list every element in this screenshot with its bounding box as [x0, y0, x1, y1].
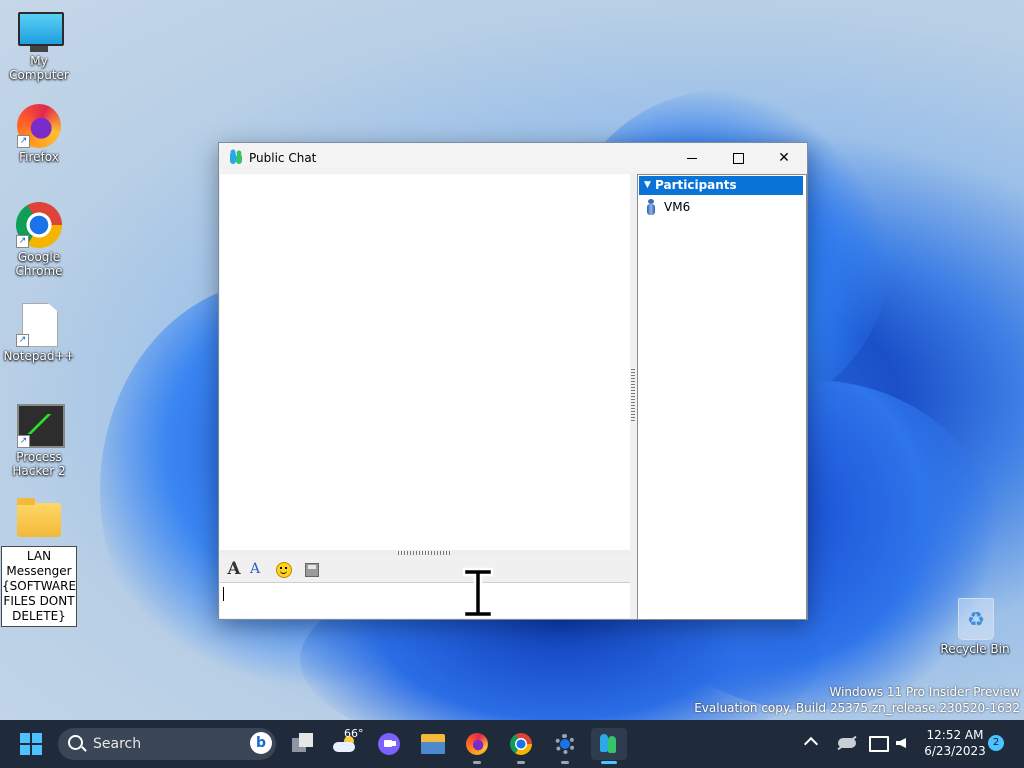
volume-muted-icon[interactable] — [896, 738, 906, 748]
lan-messenger-taskbar-icon[interactable] — [591, 728, 627, 764]
minimize-button[interactable] — [669, 143, 715, 173]
taskbar: Search b 66° 12:52 AM 6/23/2023 2 — [0, 720, 1024, 768]
font-icon: A — [227, 559, 241, 579]
minimize-icon — [687, 157, 697, 159]
start-button[interactable] — [20, 733, 42, 755]
message-input[interactable] — [220, 583, 630, 618]
desktop-icon-google-chrome[interactable]: ↗ Google Chrome — [1, 202, 77, 278]
settings-gear-icon[interactable] — [549, 728, 581, 764]
message-history[interactable] — [220, 174, 630, 550]
font-color-button[interactable]: A — [245, 559, 265, 579]
save-icon — [305, 562, 319, 577]
participants-panel: ▼ Participants VM6 — [637, 174, 807, 620]
search-placeholder: Search — [93, 736, 142, 752]
weather-temperature: 66° — [344, 727, 364, 740]
network-icon[interactable] — [869, 736, 889, 752]
public-chat-window: Public Chat ✕ A A ▼ Participants VM6 — [218, 142, 808, 620]
smiley-icon — [276, 561, 292, 578]
close-button[interactable]: ✕ — [761, 143, 807, 173]
desktop-icon-label: Firefox — [19, 150, 59, 164]
search-icon — [68, 735, 83, 750]
task-view-icon[interactable] — [286, 728, 318, 760]
recycle-bin-icon: ♻ — [958, 598, 994, 640]
firefox-taskbar-icon[interactable] — [461, 728, 493, 764]
notepad-icon: ↗ — [16, 303, 58, 347]
clock-time: 12:52 AM — [926, 728, 984, 742]
text-caret — [223, 587, 224, 601]
desktop-icon-firefox[interactable]: ↗ Firefox — [1, 104, 77, 164]
taskbar-search[interactable]: Search b — [58, 728, 276, 760]
bing-icon[interactable]: b — [250, 732, 272, 754]
desktop-icon-label: Recycle Bin — [940, 642, 1010, 656]
desktop-icon-process-hacker[interactable]: ↗ Process Hacker 2 — [1, 404, 77, 478]
meet-now-icon[interactable] — [373, 728, 405, 760]
desktop-icon-notepad-plus-plus[interactable]: ↗ Notepad++ — [1, 303, 77, 363]
participants-group-header[interactable]: ▼ Participants — [639, 176, 803, 195]
notification-badge[interactable]: 2 — [988, 735, 1004, 751]
title-bar[interactable]: Public Chat ✕ — [219, 143, 807, 173]
emoticon-button[interactable] — [274, 559, 294, 579]
desktop-icon-my-computer[interactable]: My Computer — [1, 12, 77, 82]
taskbar-clock[interactable]: 12:52 AM 6/23/2023 — [920, 727, 990, 759]
font-button[interactable]: A — [224, 559, 244, 579]
desktop-icon-label-selected[interactable]: LAN Messenger {SOFTWARE FILES DONT DELET… — [1, 546, 77, 627]
splitter-grip-icon — [398, 551, 452, 555]
participant-name: VM6 — [664, 200, 691, 214]
file-explorer-icon[interactable] — [417, 728, 449, 760]
splitter-grip-icon — [631, 369, 635, 423]
weather-widget[interactable]: 66° — [330, 727, 364, 760]
participant-item[interactable]: VM6 — [646, 198, 796, 216]
desktop-icon-label: Notepad++ — [3, 349, 75, 363]
close-icon: ✕ — [778, 150, 790, 166]
maximize-button[interactable] — [715, 143, 761, 173]
desktop-icon-label: Google Chrome — [15, 250, 63, 278]
clock-date: 6/23/2023 — [924, 744, 986, 758]
desktop-icon-recycle-bin[interactable]: ♻ Recycle Bin — [937, 598, 1013, 656]
lan-messenger-icon — [230, 149, 242, 164]
monitor-icon — [18, 12, 64, 52]
save-history-button[interactable] — [302, 559, 322, 579]
watermark-edition: Windows 11 Pro Insider Preview — [829, 685, 1020, 699]
font-color-icon: A — [249, 561, 261, 577]
participants-title: Participants — [655, 178, 737, 192]
window-title: Public Chat — [249, 151, 317, 165]
message-toolbar: A A — [220, 556, 630, 583]
cloud-icon — [333, 742, 355, 752]
folder-icon — [17, 498, 61, 537]
chrome-icon: ↗ — [16, 202, 62, 248]
firefox-icon: ↗ — [17, 104, 61, 148]
desktop: My Computer ↗ Firefox ↗ Google Chrome ↗ … — [0, 0, 1024, 720]
process-hacker-icon: ↗ — [17, 404, 65, 448]
user-icon — [646, 199, 656, 215]
vertical-splitter[interactable] — [630, 174, 636, 619]
ibeam-cursor-icon — [462, 567, 494, 619]
watermark-build: Evaluation copy. Build 25375.zn_release.… — [694, 701, 1020, 715]
maximize-icon — [732, 152, 744, 164]
windows-logo-icon — [20, 733, 30, 743]
desktop-icon-label: My Computer — [9, 54, 69, 82]
desktop-icon-lan-messenger[interactable] — [1, 498, 77, 539]
chrome-taskbar-icon[interactable] — [505, 728, 537, 764]
onedrive-icon[interactable] — [838, 738, 856, 748]
desktop-icon-label: Process Hacker 2 — [12, 450, 66, 478]
collapse-arrow-icon: ▼ — [644, 180, 651, 190]
